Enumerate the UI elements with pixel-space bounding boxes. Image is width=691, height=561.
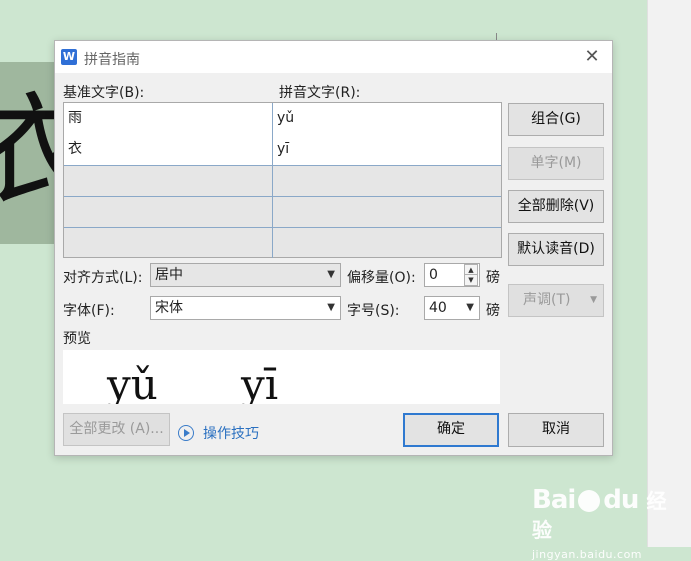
size-select[interactable]: 40 ▼ [424,296,480,320]
ruby-text-cell [273,227,501,258]
paw-icon [578,489,601,512]
preview-syllable: yī [241,360,279,404]
preview-syllable: yǔ [107,360,158,404]
tone-button-label: 声调(T) [523,292,571,308]
group-button[interactable]: 组合(G) [508,103,604,136]
default-reading-button[interactable]: 默认读音(D) [508,233,604,266]
ruby-text-cell[interactable]: yǔ [273,103,501,134]
alignment-select[interactable]: 居中 ▼ [150,263,341,287]
tone-button[interactable]: 声调(T) ▼ [508,284,604,317]
close-icon[interactable]: ✕ [582,47,602,67]
watermark-logo: Bai [532,485,576,515]
phonetic-grid: 雨 yǔ 衣 yī [63,102,502,258]
base-text-cell[interactable]: 衣 [64,134,273,165]
alignment-value: 居中 [155,267,183,283]
alignment-label: 对齐方式(L): [63,270,143,286]
cancel-button[interactable]: 取消 [508,413,604,447]
dialog-titlebar: W 拼音指南 ✕ [55,41,612,73]
base-text-cell [64,165,273,196]
table-row: 衣 yī [64,134,501,166]
ok-button[interactable]: 确定 [403,413,499,447]
document-character: 衣 [0,92,58,212]
font-select[interactable]: 宋体 ▼ [150,296,341,320]
mono-button[interactable]: 单字(M) [508,147,604,180]
ruby-text-cell[interactable]: yī [273,134,501,165]
chevron-down-icon: ▼ [466,302,474,313]
size-label: 字号(S): [347,303,400,319]
baidu-jingyan-watermark: Bai du 经验 jingyan.baidu.com [532,485,682,561]
size-unit: 磅 [486,303,500,319]
ruby-text-cell [273,196,501,227]
change-all-button[interactable]: 全部更改 (A)... [63,413,170,446]
clear-all-button[interactable]: 全部删除(V) [508,190,604,223]
phonetic-guide-dialog: W 拼音指南 ✕ 基准文字(B): 拼音文字(R): 雨 yǔ 衣 yī 组合(… [54,40,613,456]
table-row [64,165,501,197]
size-value: 40 [429,300,447,316]
dialog-title: 拼音指南 [84,52,140,68]
table-row: 雨 yǔ [64,103,501,135]
offset-value: 0 [429,267,438,283]
base-text-cell [64,227,273,258]
base-text-cell[interactable]: 雨 [64,103,273,134]
tips-link-label[interactable]: 操作技巧 [203,423,259,443]
watermark-url: jingyan.baidu.com [532,548,643,561]
watermark-logo-suffix: du [603,485,639,515]
chevron-down-icon: ▼ [590,295,597,305]
offset-unit: 磅 [486,270,500,286]
offset-stepper[interactable]: 0 ▲ ▼ [424,263,480,287]
preview-pane: yǔ yī [63,350,500,404]
font-value: 宋体 [155,300,183,316]
wps-writer-icon: W [61,49,77,65]
chevron-down-icon: ▼ [327,269,335,280]
offset-label: 偏移量(O): [347,270,416,286]
ruby-text-label: 拼音文字(R): [279,85,361,101]
preview-label: 预览 [63,331,91,347]
ruby-text-cell [273,165,501,196]
base-text-cell [64,196,273,227]
chevron-down-icon: ▼ [327,302,335,313]
table-row [64,227,501,258]
document-highlight: 衣 [0,62,58,244]
spin-down-icon[interactable]: ▼ [464,274,478,286]
play-circle-icon [178,425,194,441]
font-label: 字体(F): [63,303,115,319]
base-text-label: 基准文字(B): [63,85,145,101]
table-row [64,196,501,228]
right-scroll-strip [647,0,691,547]
